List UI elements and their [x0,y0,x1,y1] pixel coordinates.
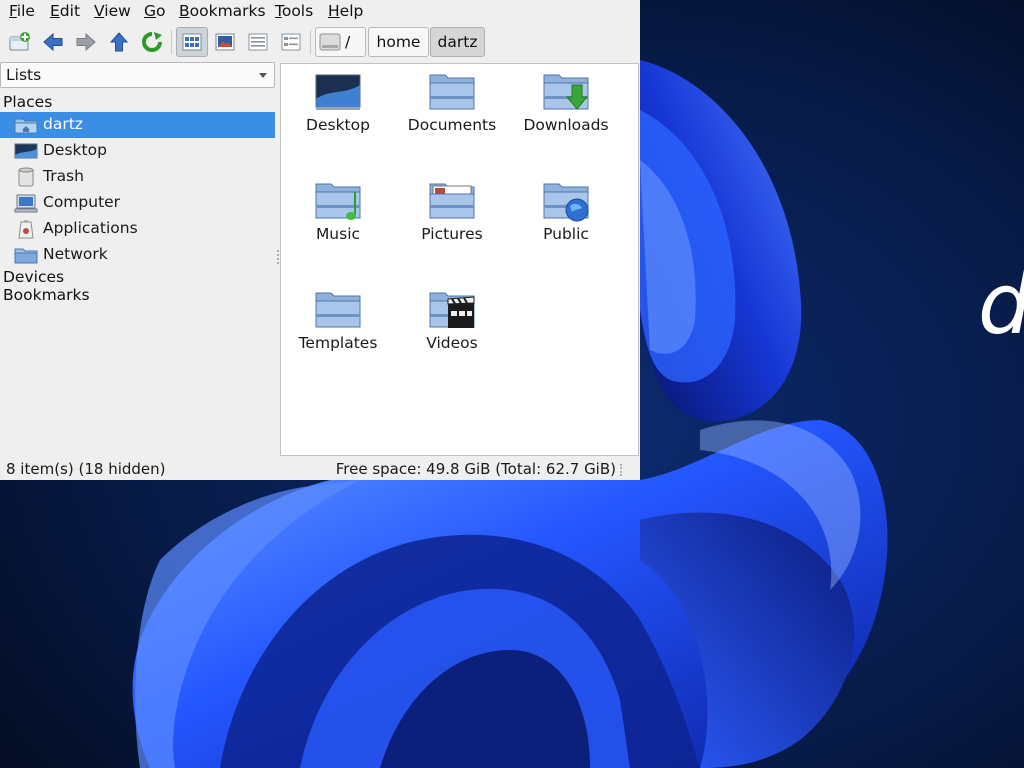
compact-view-icon [248,33,268,51]
network-icon [14,248,38,264]
back-button[interactable] [38,27,68,57]
file-label: Templates [298,334,378,352]
breadcrumb-dartz[interactable]: dartz [430,27,485,57]
free-space-status: Free space: 49.8 GiB (Total: 62.7 GiB) [335,460,616,478]
thumbnail-view-button[interactable] [210,27,240,57]
menu-edit[interactable]: Edit [50,2,80,20]
applications-icon [18,220,34,239]
file-label: Public [543,225,589,243]
breadcrumb-home-label: home [376,33,421,51]
file-label: Downloads [523,116,609,134]
reload-icon [142,32,162,52]
file-label: Pictures [421,225,483,243]
place-label: Desktop [43,141,107,159]
arrow-left-icon [43,32,63,52]
menu-help[interactable]: Help [328,2,363,20]
menu-bar: File Edit View Go Bookmarks Tools Help [0,0,640,22]
place-label: Network [43,245,108,263]
place-item-network[interactable]: Network [0,242,275,268]
arrow-right-icon [76,32,96,52]
side-pane: Lists Places dartz Desktop Trash Compute… [0,62,276,454]
reload-button[interactable] [137,27,167,57]
compact-view-button[interactable] [243,27,273,57]
place-item-desktop[interactable]: Desktop [0,138,275,164]
place-label: dartz [43,115,83,133]
file-manager-window: File Edit View Go Bookmarks Tools Help /… [0,0,640,480]
breadcrumb-home[interactable]: home [368,27,429,57]
file-item-templates[interactable]: Templates [281,283,395,383]
trash-icon [18,167,34,187]
new-tab-button[interactable] [5,27,35,57]
home-folder-icon [14,118,38,134]
detailed-list-view-button[interactable] [276,27,306,57]
new-tab-icon [9,32,30,51]
resize-grip[interactable] [620,464,632,476]
pictures-folder-icon [429,183,475,219]
file-item-pictures[interactable]: Pictures [395,174,509,274]
downloads-folder-icon [543,74,589,110]
computer-icon [14,194,38,213]
menu-bookmarks[interactable]: Bookmarks [179,2,266,20]
detailed-list-icon [281,33,301,51]
file-label: Documents [407,116,497,134]
drive-icon [319,33,341,51]
file-label: Music [315,225,361,243]
place-item-dartz[interactable]: dartz [0,112,275,138]
toolbar-separator [171,30,172,54]
desktop-icon [14,143,38,159]
chevron-down-icon [259,73,267,78]
icon-view-icon [182,33,202,51]
file-item-videos[interactable]: Videos [395,283,509,383]
place-item-applications[interactable]: Applications [0,216,275,242]
toolbar: / home dartz [0,24,640,60]
place-item-trash[interactable]: Trash [0,164,275,190]
status-bar: 8 item(s) (18 hidden) Free space: 49.8 G… [0,456,640,480]
up-button[interactable] [104,27,134,57]
public-folder-icon [543,183,589,222]
icon-view-button[interactable] [176,27,208,57]
file-label: Videos [426,334,478,352]
file-item-downloads[interactable]: Downloads [509,65,623,165]
menu-tools[interactable]: Tools [275,2,313,20]
documents-folder-icon [429,74,475,110]
menu-view[interactable]: View [94,2,131,20]
toolbar-separator [310,30,311,54]
devices-section-title[interactable]: Devices [3,268,64,286]
templates-folder-icon [315,292,361,328]
music-folder-icon [315,183,361,220]
bookmarks-section-title[interactable]: Bookmarks [3,286,90,304]
place-label: Trash [43,167,84,185]
item-count-status: 8 item(s) (18 hidden) [6,460,166,478]
place-item-computer[interactable]: Computer [0,190,275,216]
place-label: Applications [43,219,138,237]
file-item-documents[interactable]: Documents [395,65,509,165]
place-label: Computer [43,193,121,211]
side-pane-mode-select[interactable]: Lists [0,62,275,88]
places-section-title[interactable]: Places [3,93,52,111]
desktop-partial-text: d [978,262,1024,346]
arrow-up-icon [109,32,129,52]
file-item-desktop[interactable]: Desktop [281,65,395,165]
file-label: Desktop [306,116,370,134]
breadcrumb-root-label: / [345,33,351,51]
side-pane-mode-value: Lists [6,66,42,84]
file-view[interactable]: Desktop Documents Downloads Music Pictur… [280,63,639,456]
thumbnail-view-icon [215,33,235,51]
file-item-public[interactable]: Public [509,174,623,274]
file-item-music[interactable]: Music [281,174,395,274]
breadcrumb-root[interactable]: / [315,27,366,57]
videos-folder-icon [429,292,475,328]
menu-file[interactable]: File [9,2,35,20]
desktop-folder-icon [315,74,361,110]
menu-go[interactable]: Go [144,2,166,20]
breadcrumb-dartz-label: dartz [437,33,478,51]
forward-button[interactable] [71,27,101,57]
